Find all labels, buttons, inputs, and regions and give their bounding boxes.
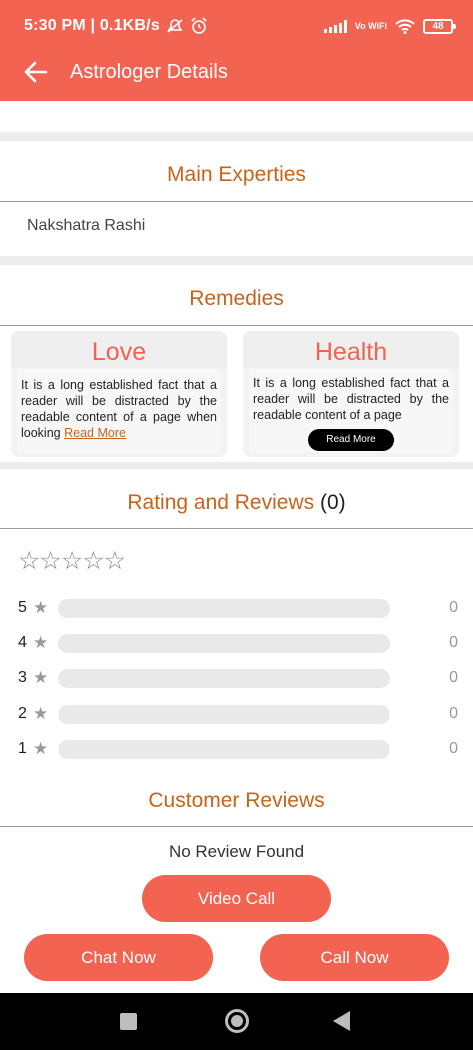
rating-count-value: 0: [449, 740, 458, 757]
read-more-link[interactable]: Read More: [64, 426, 126, 440]
status-bar: 5:30 PM | 0.1KB/s Vo WiFi 48: [24, 15, 456, 37]
wifi-icon: [395, 19, 415, 34]
back-button[interactable]: [22, 58, 50, 86]
status-notification-icons: [166, 17, 208, 35]
rating-count-value: 0: [449, 705, 458, 722]
section-divider: [0, 132, 473, 141]
remedy-title: Health: [243, 331, 459, 368]
video-call-button[interactable]: Video Call: [142, 875, 331, 922]
read-more-button[interactable]: Read More: [308, 429, 394, 451]
remedy-body: It is a long established fact that a rea…: [249, 369, 453, 453]
status-system-icons: Vo WiFi 48: [323, 18, 456, 34]
main-expertise-heading: Main Experties: [167, 163, 306, 186]
heading-underline: [0, 826, 473, 827]
rating-row: 4 ★ 0: [18, 633, 458, 653]
heading-underline: [0, 528, 473, 529]
rating-progress-bar: [58, 633, 390, 653]
battery-icon: 48: [423, 18, 456, 34]
status-time: 5:30 PM | 0.1KB/s: [24, 17, 160, 34]
rating-level: 5: [18, 599, 27, 616]
rating-row: 2 ★ 0: [18, 704, 458, 724]
remedy-description: It is a long established fact that a rea…: [253, 376, 449, 422]
back-triangle-icon[interactable]: [333, 1011, 350, 1031]
remedy-title: Love: [11, 331, 227, 368]
app-bar: 5:30 PM | 0.1KB/s Vo WiFi 48 Astrologer …: [0, 0, 473, 101]
page-title: Astrologer Details: [70, 60, 228, 83]
rating-level: 2: [18, 705, 27, 722]
toolbar: Astrologer Details: [0, 50, 473, 94]
customer-reviews-heading: Customer Reviews: [148, 789, 325, 812]
rating-row: 5 ★ 0: [18, 598, 458, 618]
rating-progress-bar: [58, 704, 390, 724]
rating-progress-bar: [58, 739, 390, 759]
star-icon: ★: [33, 739, 49, 758]
rating-count-value: 0: [449, 634, 458, 651]
star-icon: ★: [33, 633, 49, 652]
star-icon: ★: [33, 598, 49, 617]
chat-now-button[interactable]: Chat Now: [24, 934, 213, 981]
no-review-text: No Review Found: [168, 842, 305, 861]
alarm-icon: [191, 17, 207, 34]
call-now-button[interactable]: Call Now: [260, 934, 449, 981]
recents-square-icon[interactable]: [120, 1013, 137, 1030]
rating-level: 3: [18, 669, 27, 686]
home-circle-icon[interactable]: [225, 1009, 249, 1033]
rating-level: 1: [18, 740, 27, 757]
star-icon: ★: [33, 704, 49, 723]
rating-heading-label: Rating and Reviews: [127, 491, 315, 514]
vowifi-label: Vo WiFi: [354, 21, 387, 31]
rating-heading: Rating and Reviews (0): [0, 491, 473, 515]
section-divider: [0, 462, 473, 469]
rating-progress-bar: [58, 668, 390, 688]
remedy-body: It is a long established fact that a rea…: [17, 369, 221, 453]
heading-underline: [0, 201, 473, 202]
rating-row: 1 ★ 0: [18, 739, 458, 759]
rating-count: (0): [319, 491, 346, 514]
mute-icon: [167, 19, 183, 33]
remedy-card-health[interactable]: Health It is a long established fact tha…: [243, 331, 459, 457]
star-icon: ★: [33, 668, 49, 687]
signal-icon: [323, 19, 347, 33]
section-divider: [0, 256, 473, 265]
rating-row: 3 ★ 0: [18, 668, 458, 688]
expertise-value: Nakshatra Rashi: [27, 217, 146, 234]
arrow-left-icon: [24, 61, 48, 83]
star-rating-icon: ☆☆☆☆☆: [18, 547, 126, 575]
rating-count-value: 0: [449, 599, 458, 616]
remedies-heading: Remedies: [189, 287, 284, 310]
rating-count-value: 0: [449, 669, 458, 686]
rating-level: 4: [18, 634, 27, 651]
rating-progress-bar: [58, 598, 390, 618]
remedy-card-love[interactable]: Love It is a long established fact that …: [11, 331, 227, 457]
system-nav-bar: [0, 993, 473, 1050]
heading-underline: [0, 325, 473, 326]
